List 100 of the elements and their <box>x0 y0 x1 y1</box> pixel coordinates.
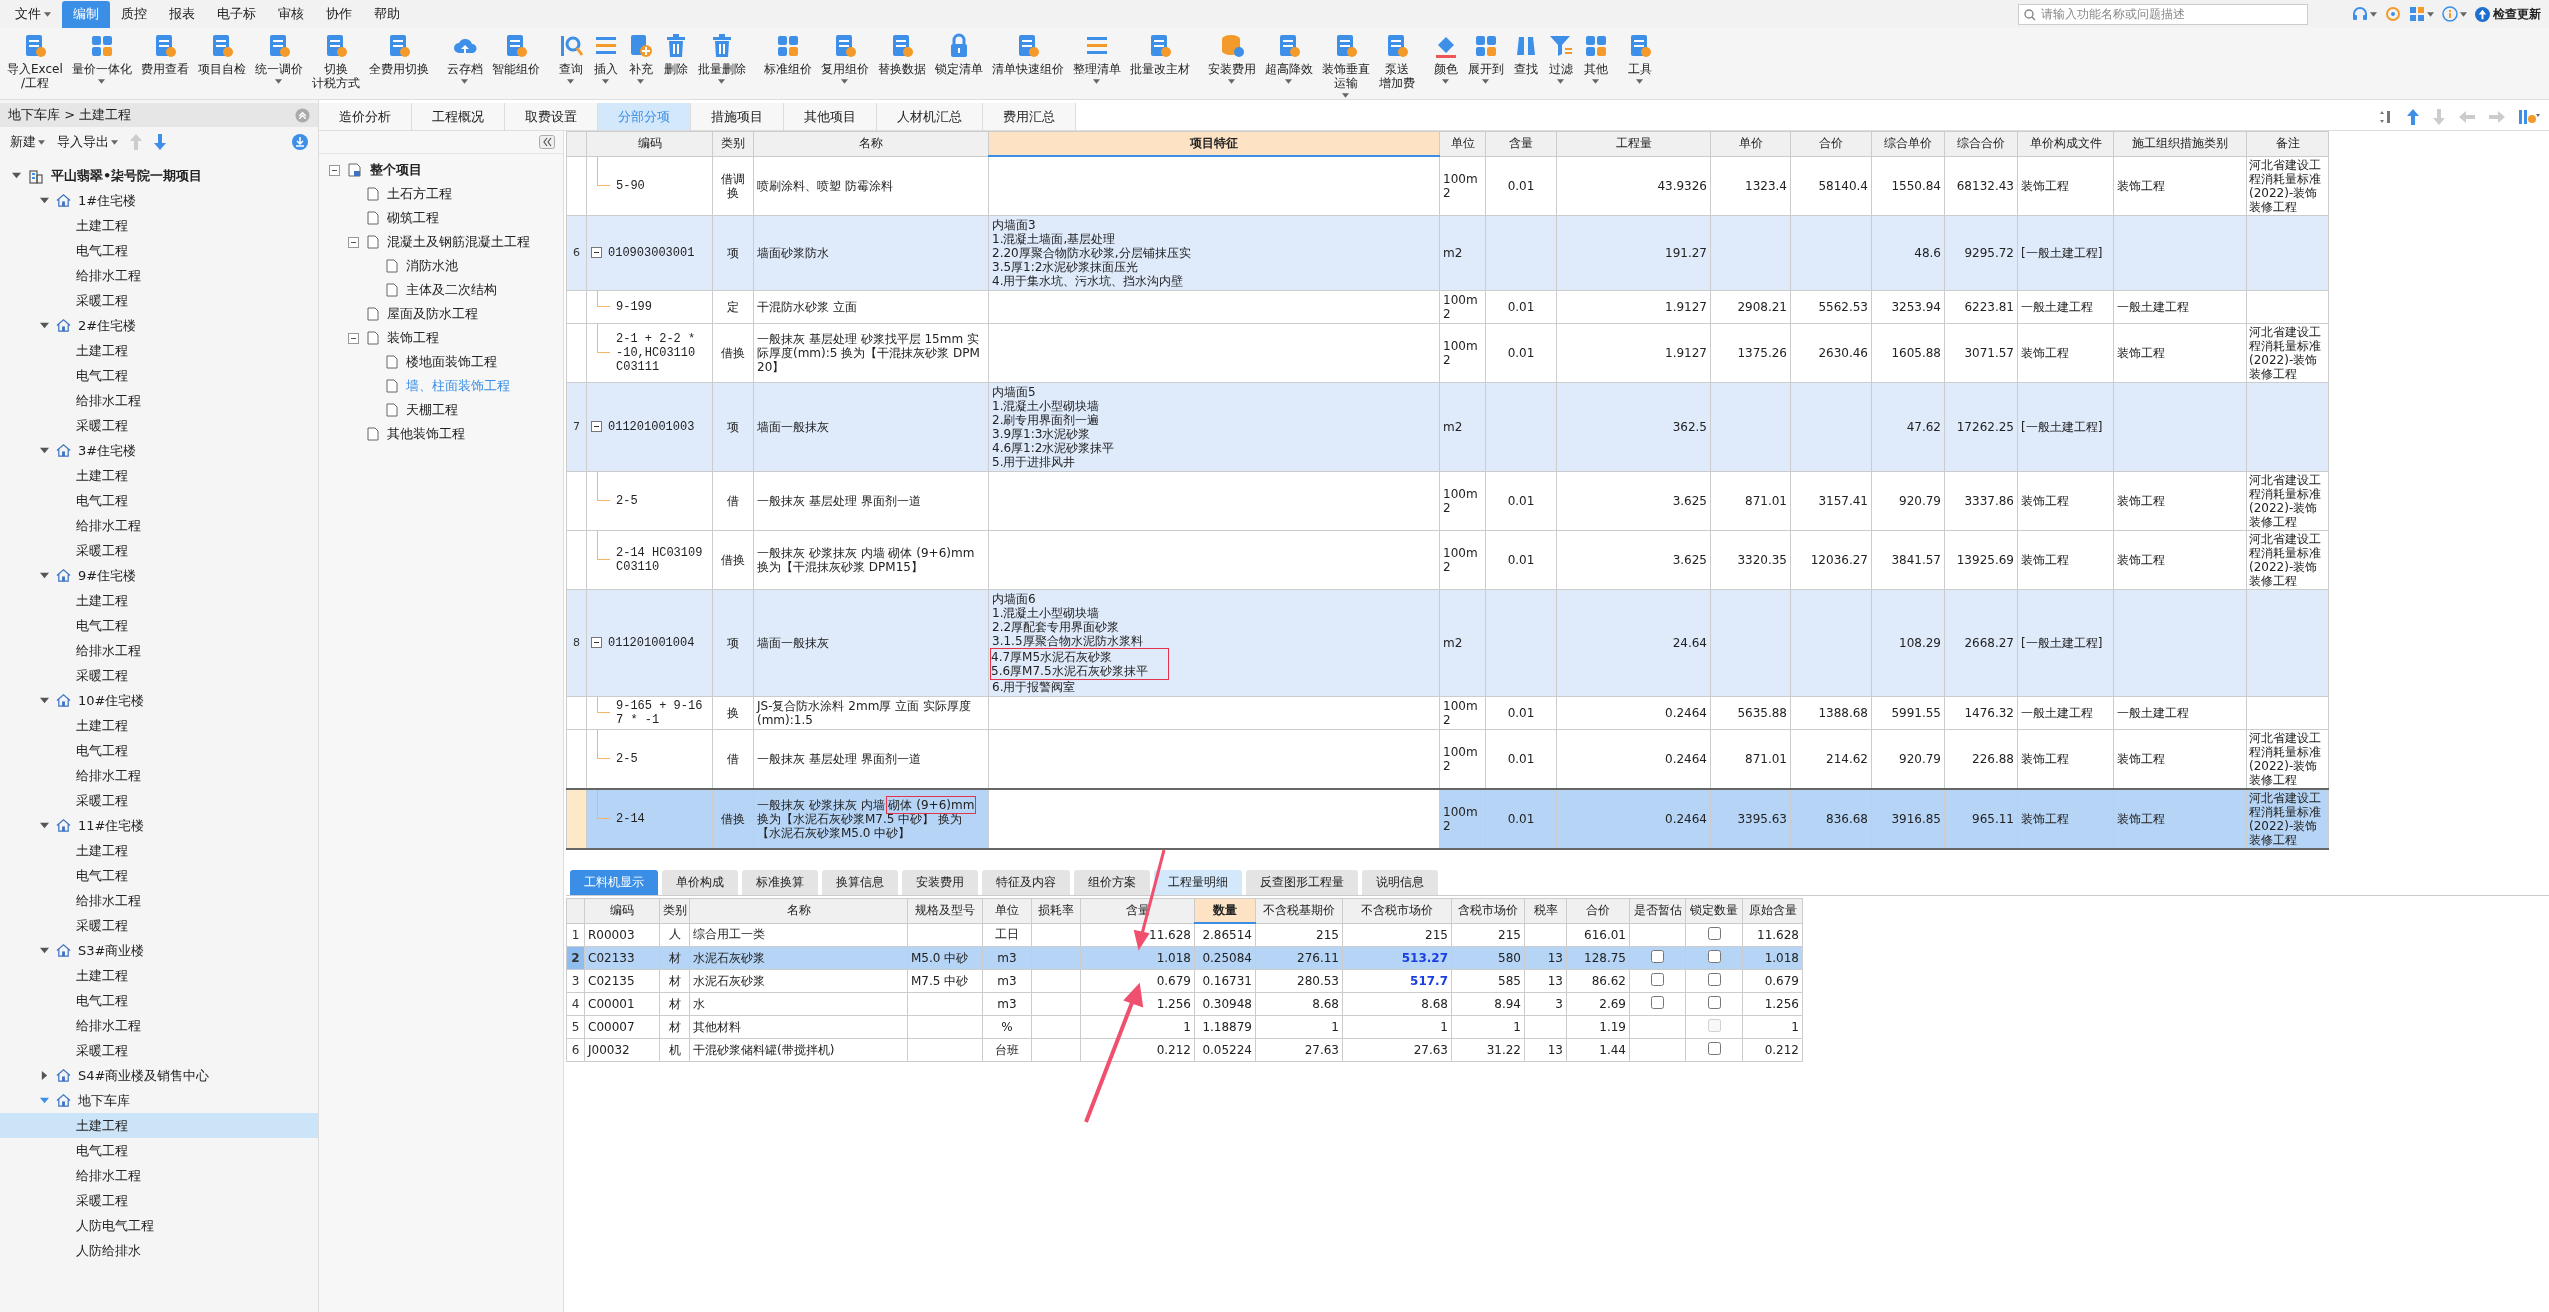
caret-icon[interactable] <box>12 171 21 180</box>
column-header[interactable]: 合价 <box>1566 898 1630 923</box>
checkbox[interactable] <box>1707 996 1721 1009</box>
checkbox[interactable] <box>1651 973 1664 986</box>
column-header[interactable]: 备注 <box>2246 131 2329 156</box>
tab[interactable]: 换算信息 <box>822 870 898 895</box>
tree-item[interactable]: 3#住宅楼 <box>0 438 318 463</box>
checkbox[interactable] <box>1651 950 1664 963</box>
tab[interactable]: 工程概况 <box>412 103 505 130</box>
tree-item[interactable]: 给排水工程 <box>0 388 318 413</box>
column-header[interactable]: 工程量 <box>1556 131 1711 156</box>
column-header[interactable]: 合价 <box>1790 131 1872 156</box>
tree-item[interactable]: 其他装饰工程 <box>319 422 563 446</box>
column-header[interactable]: 损耗率 <box>1031 898 1081 923</box>
tab[interactable]: 标准换算 <box>742 870 818 895</box>
tab[interactable]: 组价方案 <box>1074 870 1150 895</box>
grid-icon[interactable] <box>2409 6 2425 22</box>
row-number[interactable]: 1 <box>566 923 585 947</box>
column-header[interactable]: 不含税基期价 <box>1255 898 1343 923</box>
tab[interactable]: 安装费用 <box>902 870 978 895</box>
tree-item[interactable]: 天棚工程 <box>319 398 563 422</box>
collapse-icon[interactable] <box>591 421 602 432</box>
caret-icon[interactable] <box>40 821 49 830</box>
menu-tab[interactable]: 文件 <box>4 1 62 28</box>
caret-icon[interactable] <box>40 946 49 955</box>
menu-tab[interactable]: 质控 <box>110 1 158 28</box>
tab[interactable]: 说明信息 <box>1362 870 1438 895</box>
ribbon-button[interactable]: 智能组价 <box>488 33 543 84</box>
column-header[interactable]: 是否暂估 <box>1629 898 1686 923</box>
tab[interactable]: 特征及内容 <box>982 870 1070 895</box>
tree-item[interactable]: S4#商业楼及销售中心 <box>0 1063 318 1088</box>
tree-item[interactable]: 采暖工程 <box>0 1038 318 1063</box>
ribbon-button[interactable]: 清单快速组价 <box>988 33 1067 84</box>
column-header[interactable]: 名称 <box>689 898 908 923</box>
tree-item[interactable]: 给排水工程 <box>0 1013 318 1038</box>
collapse-icon[interactable] <box>591 637 602 648</box>
column-header[interactable]: 数量 <box>1194 898 1256 923</box>
tree-item[interactable]: 电气工程 <box>0 1138 318 1163</box>
tree-item[interactable]: 土建工程 <box>0 838 318 863</box>
import-export-button[interactable]: 导入导出 <box>57 133 118 151</box>
tree-item[interactable]: 采暖工程 <box>0 1188 318 1213</box>
caret-icon[interactable] <box>40 696 49 705</box>
row-number[interactable]: 2 <box>566 946 585 970</box>
check-update-button[interactable]: 检查更新 <box>2475 5 2541 23</box>
ribbon-button[interactable]: 切换 计税方式 <box>308 33 363 90</box>
ribbon-button[interactable]: 锁定清单 <box>931 33 986 84</box>
tree-item[interactable]: 采暖工程 <box>0 913 318 938</box>
menu-tab[interactable]: 协作 <box>315 1 363 28</box>
column-header[interactable]: 施工组织措施类别 <box>2113 131 2247 156</box>
menu-tab[interactable]: 报表 <box>158 1 206 28</box>
caret-icon[interactable] <box>40 196 49 205</box>
tab[interactable]: 费用汇总 <box>983 103 1076 130</box>
column-header[interactable]: 单价构成文件 <box>2017 131 2114 156</box>
tree-item[interactable]: 采暖工程 <box>0 663 318 688</box>
tree-item[interactable]: 人防给排水 <box>0 1238 318 1263</box>
ribbon-button[interactable]: 展开到 <box>1464 33 1507 84</box>
column-header[interactable]: 类别 <box>712 131 754 156</box>
ribbon-button[interactable]: 项目自检 <box>194 33 249 90</box>
tree-item[interactable]: 装饰工程 <box>319 326 563 350</box>
menu-tab[interactable]: 帮助 <box>363 1 411 28</box>
column-header[interactable]: 编码 <box>586 131 713 156</box>
column-header[interactable]: 单位 <box>1439 131 1486 156</box>
tree-item[interactable]: 平山翡翠•柒号院一期项目 <box>0 163 318 188</box>
tree-item[interactable]: 10#住宅楼 <box>0 688 318 713</box>
checkbox[interactable] <box>1707 950 1721 963</box>
tab[interactable]: 单价构成 <box>662 870 738 895</box>
column-header[interactable]: 单价 <box>1710 131 1791 156</box>
tree-item[interactable]: 土建工程 <box>0 963 318 988</box>
ribbon-button[interactable]: 装饰垂直 运输 <box>1318 33 1373 98</box>
column-header[interactable]: 含税市场价 <box>1451 898 1525 923</box>
tree-item[interactable]: 电气工程 <box>0 988 318 1013</box>
row-number[interactable]: 4 <box>566 992 585 1016</box>
tab[interactable]: 其他项目 <box>784 103 877 130</box>
checkbox[interactable] <box>1707 1042 1721 1055</box>
ribbon-button[interactable]: 标准组价 <box>760 33 815 84</box>
ribbon-button[interactable]: 查询 <box>554 33 587 84</box>
tree-item[interactable]: 给排水工程 <box>0 763 318 788</box>
ribbon-button[interactable]: 统一调价 <box>251 33 306 90</box>
collapse-button[interactable] <box>539 135 555 149</box>
ribbon-button[interactable]: 整理清单 <box>1069 33 1124 84</box>
checkbox[interactable] <box>1651 996 1664 1009</box>
tree-item[interactable]: 给排水工程 <box>0 513 318 538</box>
ribbon-button[interactable]: 复用组价 <box>817 33 872 84</box>
ribbon-button[interactable]: 泵送 增加费 <box>1375 33 1418 98</box>
tree-item[interactable]: 土建工程 <box>0 463 318 488</box>
tree-item[interactable]: 给排水工程 <box>0 263 318 288</box>
ribbon-button[interactable]: 批量改主材 <box>1126 33 1193 84</box>
tree-item[interactable]: 电气工程 <box>0 238 318 263</box>
tree-item[interactable]: 电气工程 <box>0 363 318 388</box>
tree-item[interactable]: 主体及二次结构 <box>319 278 563 302</box>
ribbon-button[interactable]: 超高降效 <box>1261 33 1316 98</box>
tab[interactable]: 反查图形工程量 <box>1246 870 1358 895</box>
menu-tab[interactable]: 审核 <box>267 1 315 28</box>
tree-item[interactable]: 电气工程 <box>0 738 318 763</box>
info-icon[interactable] <box>2442 6 2458 22</box>
caret-icon[interactable] <box>2427 11 2434 17</box>
tree-item[interactable]: 电气工程 <box>0 613 318 638</box>
column-header[interactable]: 规格及型号 <box>907 898 983 923</box>
column-header[interactable]: 税率 <box>1524 898 1567 923</box>
tree-item[interactable]: 土建工程 <box>0 1113 318 1138</box>
